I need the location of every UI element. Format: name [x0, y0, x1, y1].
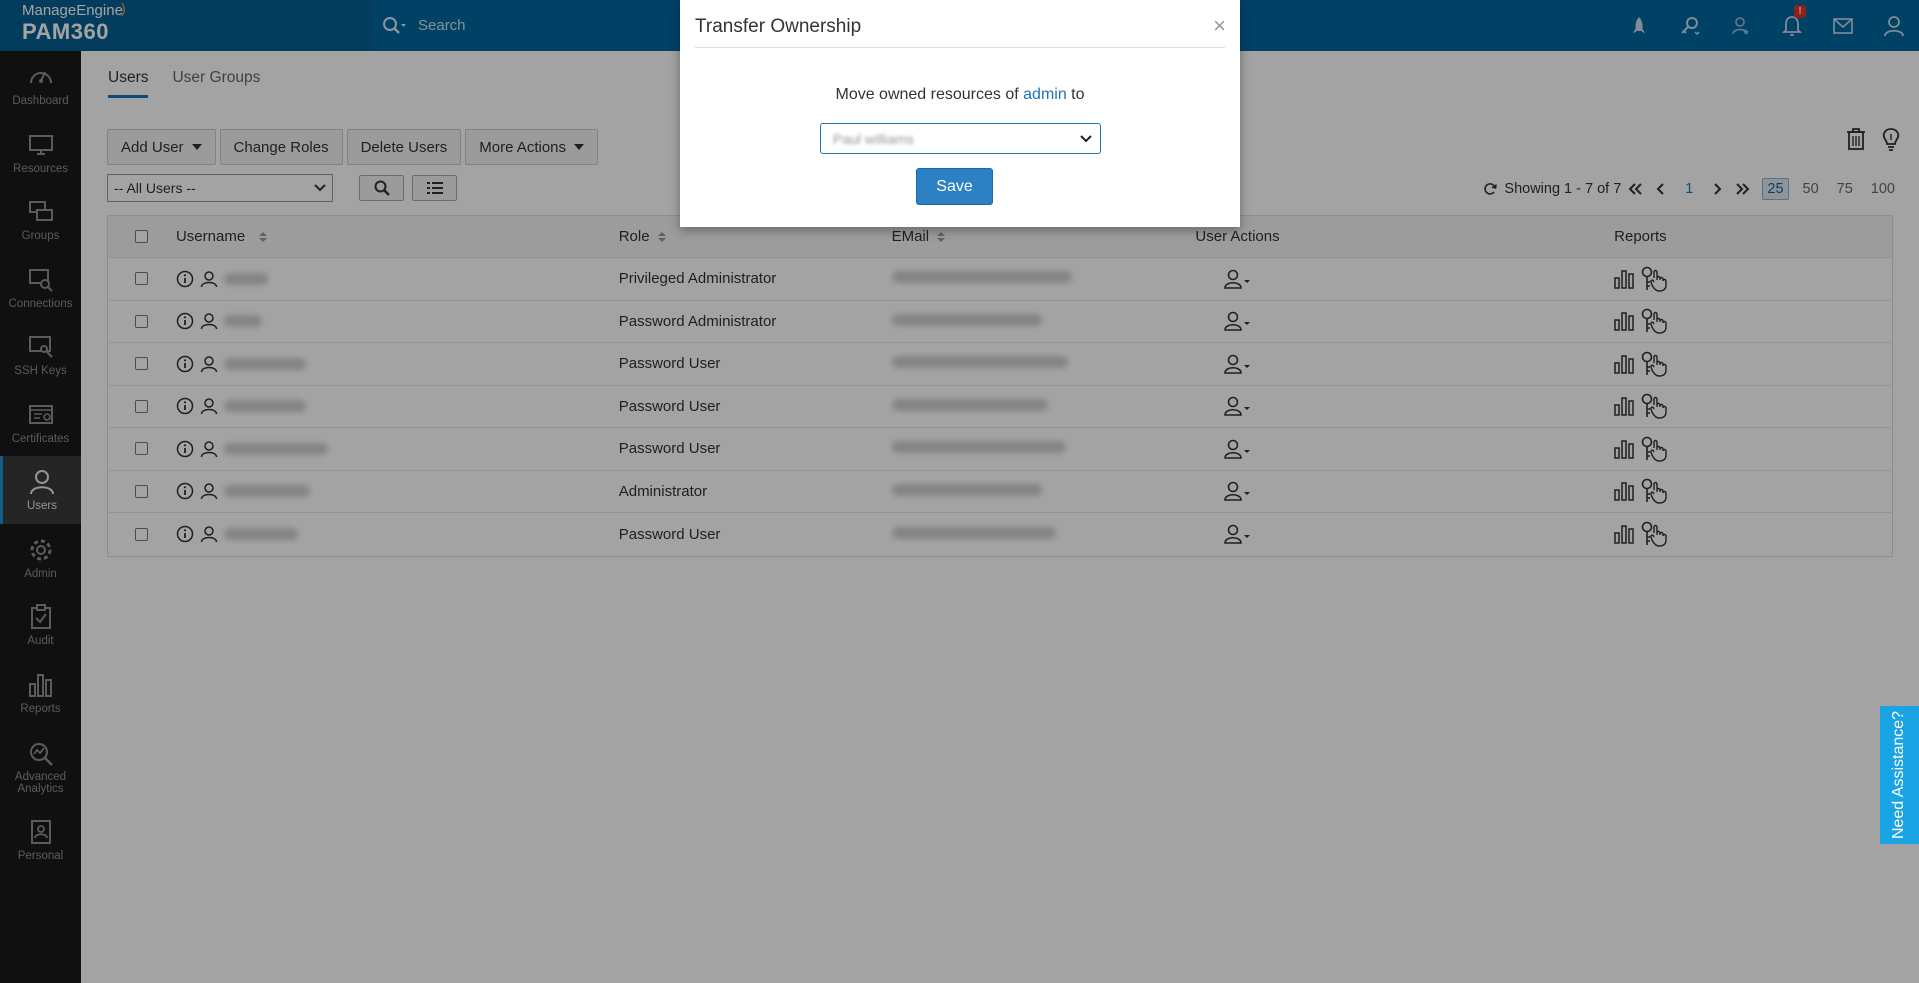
message-prefix: Move owned resources of	[835, 86, 1019, 103]
close-icon[interactable]: ×	[1213, 13, 1226, 39]
need-assistance-tab[interactable]: Need Assistance?	[1880, 706, 1919, 844]
save-button[interactable]: Save	[916, 168, 993, 205]
dialog-title: Transfer Ownership	[695, 16, 862, 37]
message-suffix: to	[1071, 86, 1085, 103]
dialog-message: Move owned resources of admin to	[680, 86, 1240, 104]
new-owner-select[interactable]: Paul williams	[820, 123, 1101, 154]
chevron-down-icon	[1080, 134, 1092, 143]
transfer-ownership-dialog: Transfer Ownership × Move owned resource…	[680, 0, 1240, 227]
dialog-divider	[695, 47, 1225, 48]
new-owner-value: Paul williams	[833, 130, 914, 147]
owner-name: admin	[1023, 86, 1067, 103]
need-assistance-label: Need Assistance?	[1890, 710, 1908, 840]
